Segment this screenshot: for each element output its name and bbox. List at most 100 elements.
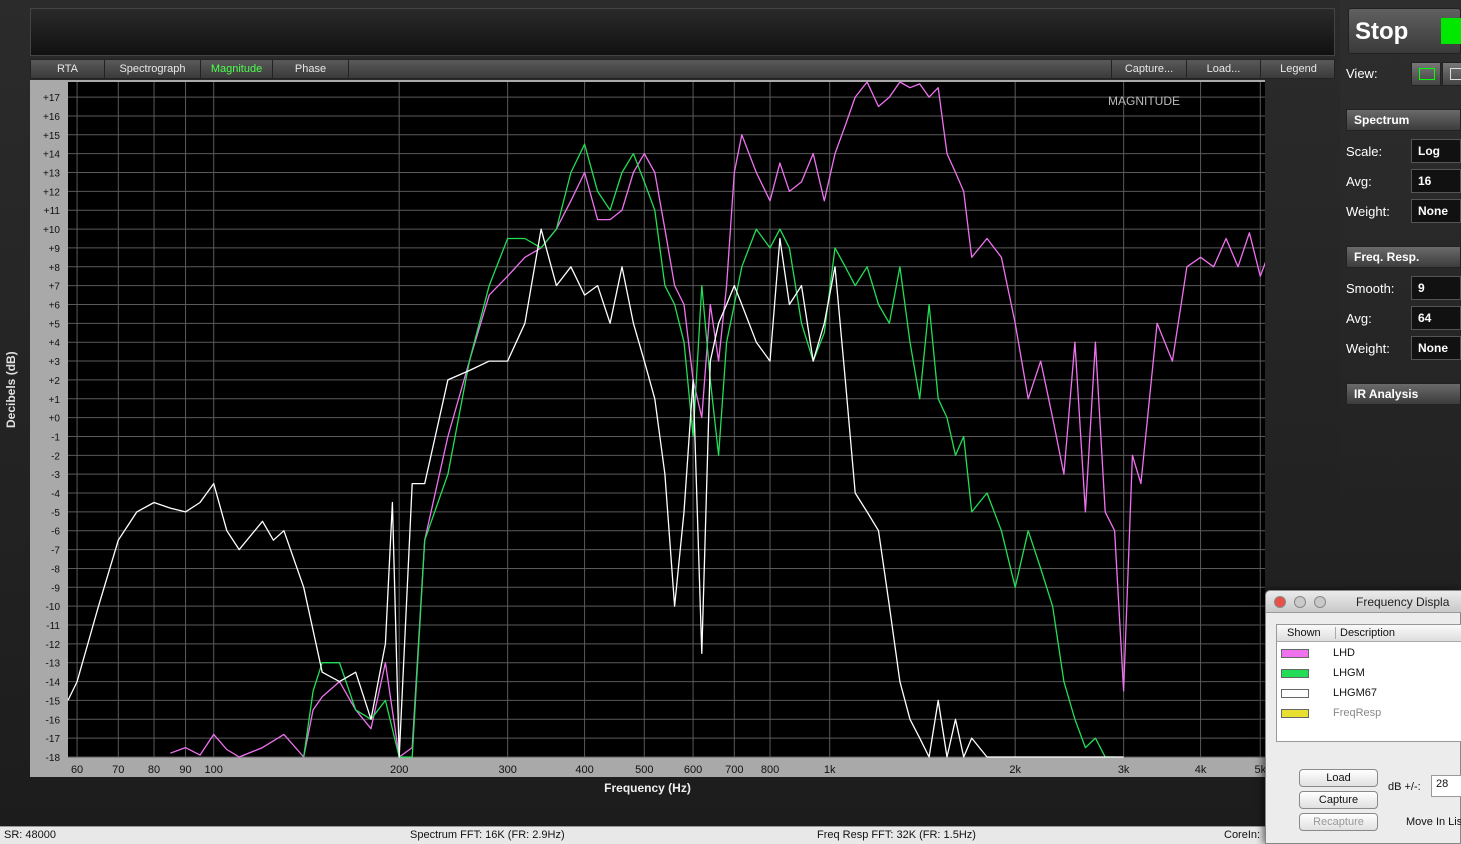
x-tick-label: 400: [575, 764, 593, 776]
recapture-button[interactable]: Recapture: [1299, 813, 1378, 831]
y-tick-label: -16: [46, 715, 61, 726]
trace-label: LHD: [1333, 647, 1356, 659]
close-icon[interactable]: [1274, 596, 1286, 608]
view-label: View:: [1346, 66, 1378, 81]
x-tick-label: 70: [112, 764, 124, 776]
freq-resp-section-header[interactable]: Freq. Resp.: [1346, 246, 1461, 268]
col-shown[interactable]: Shown: [1287, 627, 1321, 639]
freq-resp-weight-label: Weight:: [1346, 341, 1390, 356]
y-tick-label: -11: [46, 621, 60, 632]
x-axis-title-strip: Frequency (Hz): [30, 777, 1265, 801]
y-tick-label: +4: [49, 338, 61, 349]
tab-rta[interactable]: RTA: [31, 60, 105, 79]
y-tick-label: +15: [43, 131, 60, 142]
y-tick-label: +7: [49, 282, 61, 293]
stop-label: Stop: [1355, 18, 1409, 45]
capture-button[interactable]: Capture: [1299, 791, 1378, 809]
y-tick-label: -18: [46, 753, 61, 764]
x-tick-label: 90: [179, 764, 191, 776]
x-tick-label: 2k: [1009, 764, 1021, 776]
y-tick-label: +11: [44, 206, 61, 217]
capture-tab-button[interactable]: Capture...: [1111, 60, 1187, 79]
y-tick-label: +17: [43, 93, 60, 104]
y-tick-label: +6: [49, 300, 61, 311]
x-tick-label: 5k: [1254, 764, 1265, 776]
view-split-button[interactable]: [1442, 62, 1461, 86]
magnitude-plot[interactable]: +17 +16 +15 +14 +13 +12 +11 +10 +9 +8 +7 +6 +5 +4 +3 +2…: [30, 80, 1265, 777]
x-tick-label: 600: [684, 764, 702, 776]
y-tick-label: -1: [51, 432, 60, 443]
x-tick-label: 3k: [1118, 764, 1130, 776]
x-tick-label: 500: [635, 764, 653, 776]
y-tick-label: +3: [49, 357, 61, 368]
freq-resp-avg-select[interactable]: 64: [1411, 306, 1461, 330]
db-range-input[interactable]: 28: [1431, 775, 1461, 797]
minimize-icon[interactable]: [1294, 596, 1306, 608]
y-tick-label: -14: [46, 678, 61, 689]
col-description[interactable]: Description: [1335, 627, 1395, 639]
freq-resp-weight-select[interactable]: None: [1411, 336, 1461, 360]
list-item[interactable]: FreqResp: [1277, 704, 1461, 724]
y-tick-label: -4: [51, 489, 60, 500]
stop-button[interactable]: Stop: [1348, 8, 1461, 54]
list-item[interactable]: LHD: [1277, 644, 1461, 664]
y-tick-label: -3: [51, 470, 60, 481]
spectrum-avg-label: Avg:: [1346, 174, 1372, 189]
spectrum-scale-label: Scale:: [1346, 144, 1383, 159]
spectrum-section-header[interactable]: Spectrum: [1346, 109, 1461, 131]
y-tick-label: -8: [51, 564, 60, 575]
x-tick-label: 80: [148, 764, 160, 776]
y-tick-label: +10: [43, 225, 60, 236]
status-bar: SR: 48000 Spectrum FFT: 16K (FR: 2.9Hz) …: [0, 826, 1461, 844]
trace-color-swatch[interactable]: [1281, 709, 1309, 718]
y-tick-label: +5: [49, 319, 61, 330]
load-button[interactable]: Load: [1299, 769, 1378, 787]
list-item[interactable]: LHGM: [1277, 664, 1461, 684]
spectrum-weight-select[interactable]: None: [1411, 199, 1461, 223]
y-axis-title: Decibels (dB): [4, 351, 18, 428]
x-tick-label: 4k: [1195, 764, 1207, 776]
freq-resp-smooth-select[interactable]: 9: [1411, 276, 1461, 300]
trace-color-swatch[interactable]: [1281, 689, 1309, 698]
x-axis-title-text: Frequency (Hz): [604, 781, 691, 795]
list-item[interactable]: LHGM67: [1277, 684, 1461, 704]
y-tick-label: -15: [46, 696, 61, 707]
trace-color-swatch[interactable]: [1281, 649, 1309, 658]
trace-color-swatch[interactable]: [1281, 669, 1309, 678]
tab-spectrograph[interactable]: Spectrograph: [105, 60, 201, 79]
plot-area[interactable]: [68, 82, 1265, 757]
spectrum-avg-select[interactable]: 16: [1411, 169, 1461, 193]
x-tick-label: 300: [498, 764, 516, 776]
y-tick-label: +8: [49, 263, 61, 274]
frequency-display-dialog: Frequency Displa Shown Description LHD L…: [1265, 590, 1461, 844]
split-pane-icon: [1450, 68, 1461, 80]
freq-resp-smooth-label: Smooth:: [1346, 281, 1395, 296]
db-range-label: dB +/-:: [1388, 781, 1421, 793]
y-tick-label: -7: [51, 546, 60, 557]
zoom-icon[interactable]: [1314, 596, 1326, 608]
y-tick-label: -9: [51, 583, 60, 594]
move-in-list-label: Move In Lis: [1406, 816, 1461, 828]
x-tick-label: 1k: [824, 764, 836, 776]
y-tick-label: -17: [46, 734, 61, 745]
tab-magnitude[interactable]: Magnitude: [201, 60, 273, 79]
ir-analysis-section-header[interactable]: IR Analysis: [1346, 383, 1461, 405]
capture-list[interactable]: Shown Description LHD LHGM LHGM67 FreqRe…: [1276, 624, 1461, 742]
load-tab-button[interactable]: Load...: [1187, 60, 1261, 79]
magnitude-plot-frame: +17 +16 +15 +14 +13 +12 +11 +10 +9 +8 +7 +6 +5 +4 +3 +2…: [30, 80, 1265, 777]
legend-tab-button[interactable]: Legend: [1261, 60, 1336, 79]
status-spectrum-fft: Spectrum FFT: 16K (FR: 2.9Hz): [410, 829, 565, 841]
x-tick-label: 100: [205, 764, 223, 776]
trace-label: FreqResp: [1333, 707, 1382, 719]
dialog-title: Frequency Displa: [1356, 595, 1450, 609]
y-tick-label: +13: [43, 169, 60, 180]
trace-label: LHGM: [1333, 667, 1365, 679]
top-display-bar: [30, 8, 1335, 56]
tab-phase[interactable]: Phase: [273, 60, 349, 79]
view-single-button[interactable]: [1411, 62, 1441, 86]
spectrum-scale-select[interactable]: Log: [1411, 139, 1461, 163]
dialog-title-bar[interactable]: Frequency Displa: [1266, 591, 1461, 613]
x-tick-label: 700: [725, 764, 743, 776]
x-tick-label: 200: [390, 764, 408, 776]
y-tick-label: -6: [51, 527, 60, 538]
